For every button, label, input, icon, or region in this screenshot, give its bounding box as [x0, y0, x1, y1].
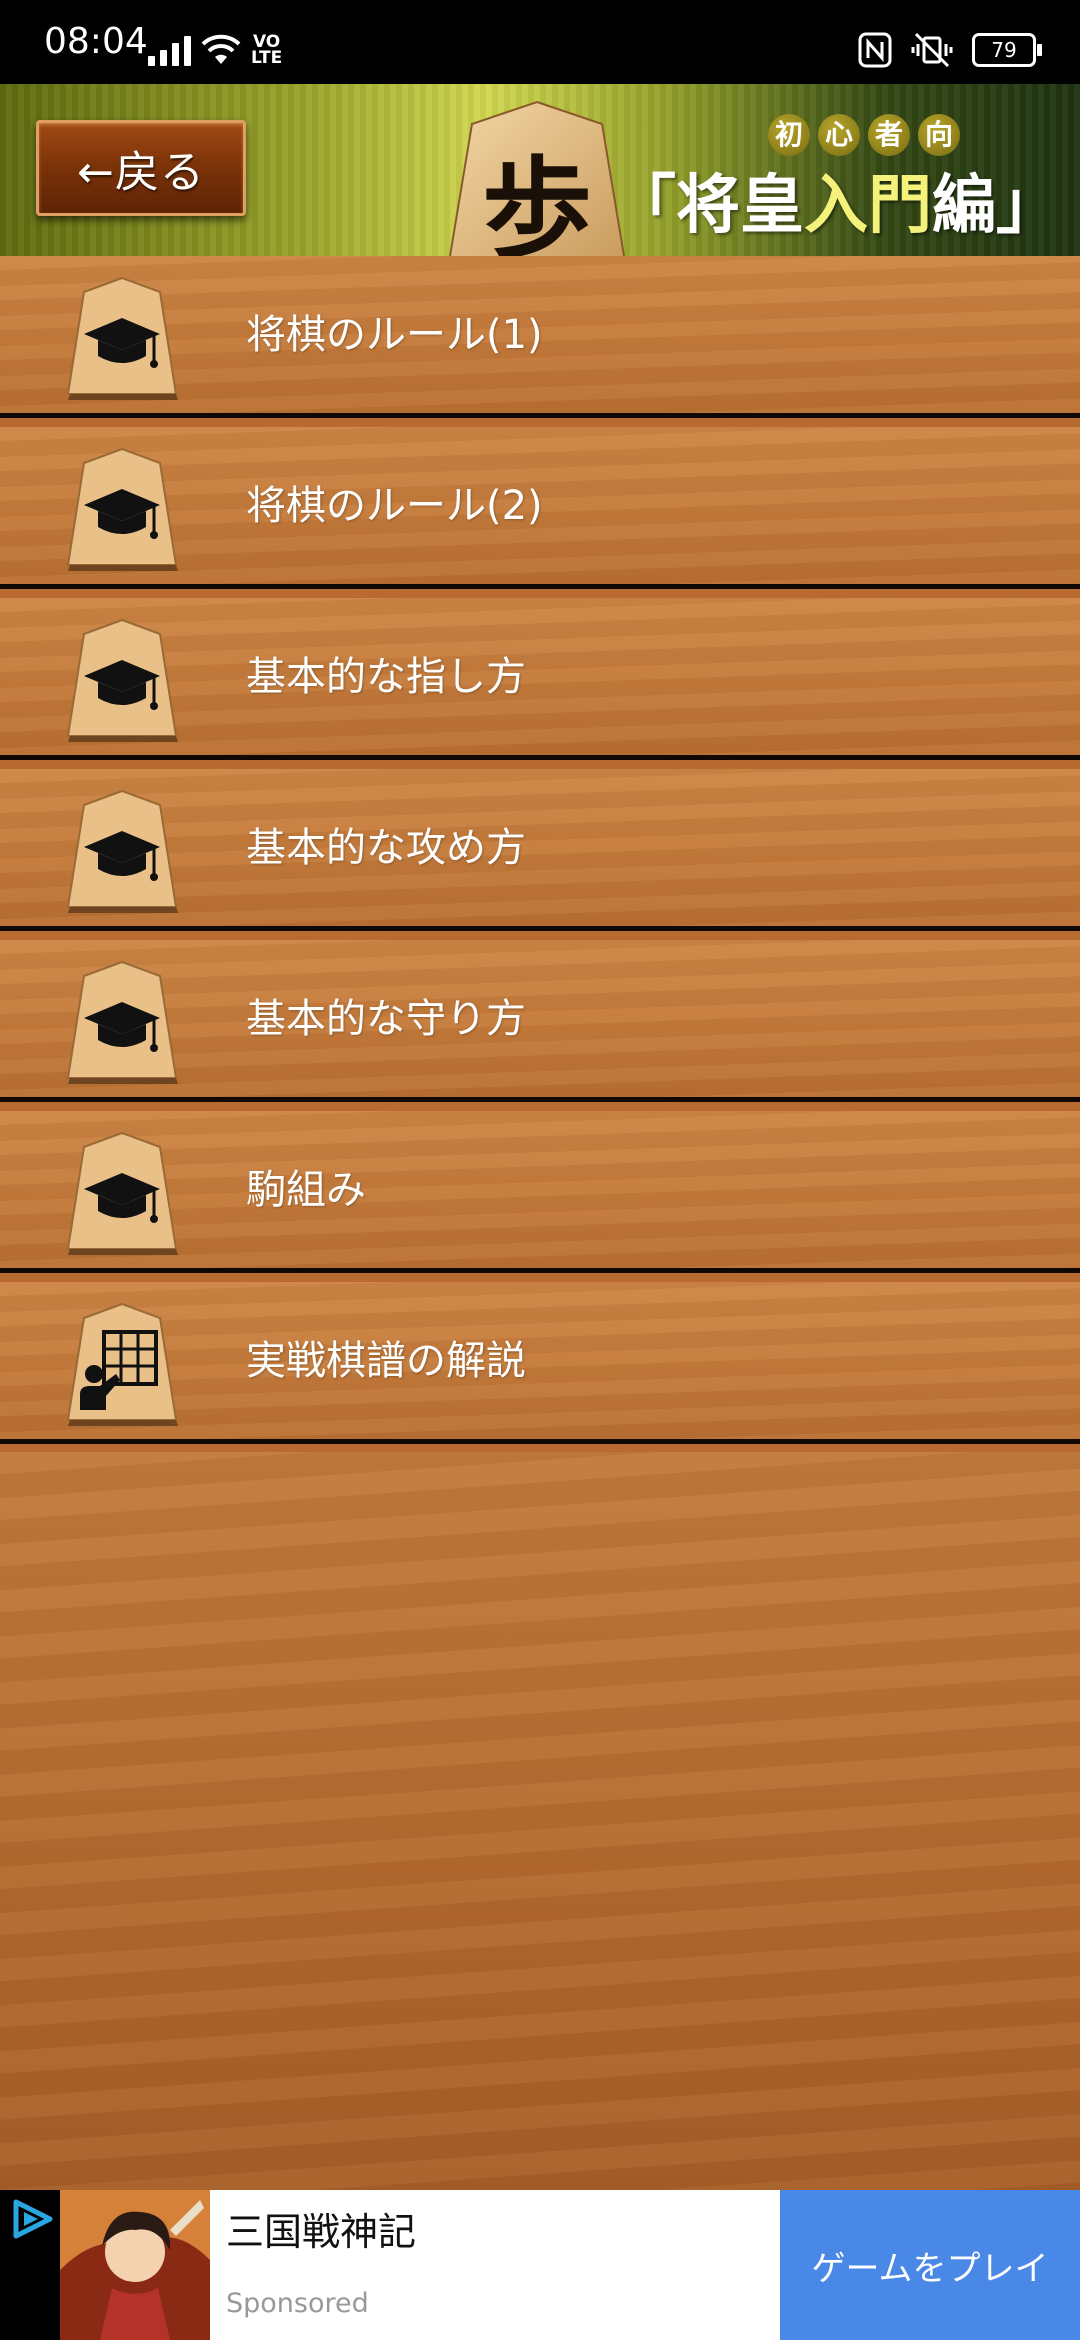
ad-title: 三国戦神記: [226, 2210, 417, 2254]
series-title-close: 編」: [932, 169, 1060, 243]
menu-item-basic-attack[interactable]: 基本的な攻め方: [0, 769, 1080, 931]
ad-left-strip: [0, 2190, 60, 2340]
menu-item-label: 将棋のルール(1): [246, 312, 543, 358]
lesson-menu-list: 将棋のルール(1) 将棋のルール(2) 基本的な指し方 基本的な攻め方 基本的な…: [0, 256, 1080, 1453]
beginner-badge-row: 初 心 者 向: [768, 114, 960, 156]
graduation-cap-icon: [66, 618, 178, 742]
status-time: 08:04: [44, 21, 148, 62]
ad-game-thumbnail[interactable]: [60, 2190, 210, 2340]
graduation-cap-icon: [66, 1131, 178, 1255]
beginner-char: 初: [768, 114, 810, 156]
beginner-char: 向: [918, 114, 960, 156]
series-title-highlight: 入門: [804, 169, 932, 243]
menu-item-label: 基本的な指し方: [246, 654, 526, 700]
ad-banner[interactable]: 三国戦神記 Sponsored ゲームをプレイ: [0, 2190, 1080, 2340]
teacher-board-icon: [66, 1302, 178, 1426]
signal-strength-icon: [148, 34, 191, 66]
menu-item-label: 駒組み: [246, 1167, 366, 1213]
graduation-cap-icon: [66, 960, 178, 1084]
beginner-char: 者: [868, 114, 910, 156]
beginner-char: 心: [818, 114, 860, 156]
battery-icon: 79: [972, 33, 1042, 67]
menu-item-formations[interactable]: 駒組み: [0, 1111, 1080, 1273]
back-button[interactable]: ←戻る: [36, 120, 246, 216]
menu-item-game-commentary[interactable]: 実戦棋譜の解説: [0, 1282, 1080, 1444]
wifi-icon: [201, 34, 241, 64]
shogi-piece-pawn-icon: 歩: [448, 100, 626, 256]
header-title-group: 初 心 者 向 「将皇入門編」: [612, 102, 1060, 252]
vibrate-mute-icon: [911, 32, 953, 68]
header-banner: ←戻る 歩 初 心 者 向 「将皇入門編」: [0, 84, 1080, 256]
header-piece-char: 歩: [482, 145, 592, 256]
menu-item-rules-2[interactable]: 将棋のルール(2): [0, 427, 1080, 589]
ad-play-button[interactable]: ゲームをプレイ: [780, 2190, 1080, 2340]
menu-item-label: 実戦棋譜の解説: [246, 1338, 526, 1384]
graduation-cap-icon: [66, 276, 178, 400]
nfc-icon: [858, 32, 892, 68]
ad-choices-icon[interactable]: [8, 2194, 58, 2244]
ad-sponsored-label: Sponsored: [226, 2288, 369, 2319]
series-title: 「将皇入門編」: [612, 166, 1060, 246]
menu-item-label: 将棋のルール(2): [246, 483, 543, 529]
status-bar: 08:04 VO LTE 79: [0, 0, 1080, 84]
graduation-cap-icon: [66, 447, 178, 571]
status-right-icons: 79: [858, 28, 1042, 72]
menu-item-basic-defense[interactable]: 基本的な守り方: [0, 940, 1080, 1102]
menu-item-rules-1[interactable]: 将棋のルール(1): [0, 256, 1080, 418]
graduation-cap-icon: [66, 789, 178, 913]
back-button-label: ←戻る: [77, 147, 205, 198]
menu-item-label: 基本的な攻め方: [246, 825, 526, 871]
volte-icon: VO LTE: [251, 32, 283, 68]
menu-item-basic-moves[interactable]: 基本的な指し方: [0, 598, 1080, 760]
series-title-open: 「将皇: [612, 169, 804, 243]
empty-wood-area: [0, 1452, 1080, 2190]
status-left-icons: VO LTE: [148, 28, 282, 72]
menu-item-label: 基本的な守り方: [246, 996, 526, 1042]
